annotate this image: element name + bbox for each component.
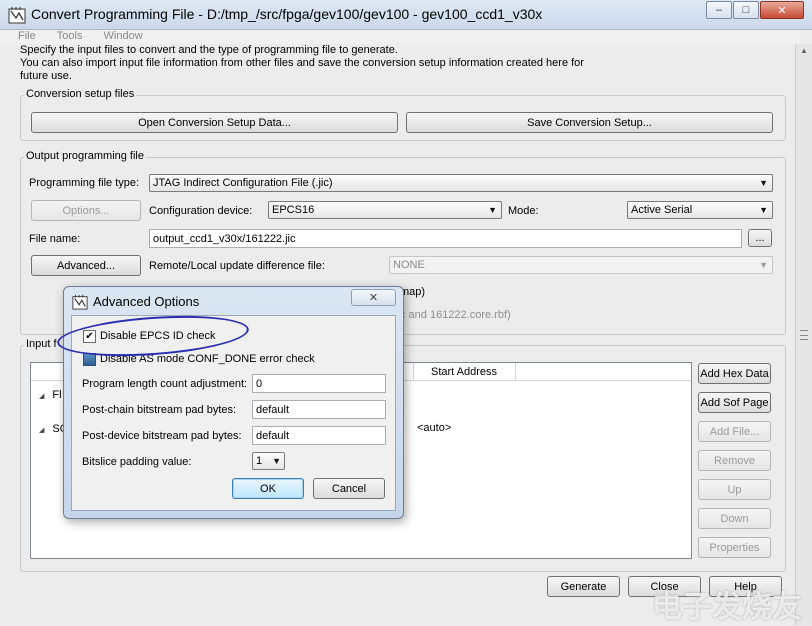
browse-button[interactable]: ...: [748, 229, 772, 247]
menu-file[interactable]: File: [18, 30, 36, 42]
watermark-logo: 电子发烧友: [652, 590, 802, 625]
intro-line-3: future use.: [20, 70, 72, 82]
post-chain-input[interactable]: default: [252, 400, 386, 419]
menu-tools[interactable]: Tools: [57, 30, 83, 42]
scroll-up-icon[interactable]: ▲: [800, 46, 808, 55]
remove-button[interactable]: Remove: [698, 450, 771, 471]
down-button[interactable]: Down: [698, 508, 771, 529]
configuration-device-label: Configuration device:: [149, 205, 253, 217]
configuration-device-select[interactable]: EPCS16 ▼: [268, 201, 502, 219]
configuration-device-value: EPCS16: [272, 204, 315, 216]
save-conversion-setup-button[interactable]: Save Conversion Setup...: [406, 112, 773, 133]
start-address-header[interactable]: Start Address: [431, 366, 497, 378]
program-length-input[interactable]: 0: [252, 374, 386, 393]
post-chain-label: Post-chain bitstream pad bytes:: [82, 404, 237, 416]
window-titlebar[interactable]: Convert Programming File - D:/tmp_/src/f…: [0, 0, 812, 30]
intro-line-1: Specify the input files to convert and t…: [20, 44, 398, 56]
app-icon: [72, 294, 88, 310]
window-title: Convert Programming File - D:/tmp_/src/f…: [31, 6, 543, 22]
expand-triangle-icon[interactable]: ◢: [39, 393, 44, 400]
scroll-grip-icon[interactable]: [800, 330, 808, 340]
program-length-label: Program length count adjustment:: [82, 378, 248, 390]
chevron-down-icon: ▼: [759, 260, 768, 270]
maximize-button[interactable]: □: [733, 1, 759, 19]
column-separator: [515, 363, 516, 381]
chevron-down-icon: ▼: [272, 456, 281, 466]
properties-button[interactable]: Properties: [698, 537, 771, 558]
options-button[interactable]: Options...: [31, 200, 141, 221]
open-conversion-setup-button[interactable]: Open Conversion Setup Data...: [31, 112, 398, 133]
row-start-address: <auto>: [417, 422, 452, 434]
chevron-down-icon: ▼: [759, 205, 768, 215]
up-button[interactable]: Up: [698, 479, 771, 500]
cancel-button[interactable]: Cancel: [313, 478, 385, 499]
close-window-button[interactable]: ✕: [760, 1, 804, 19]
add-sof-page-button[interactable]: Add Sof Page: [698, 392, 771, 413]
dialog-close-button[interactable]: ✕: [351, 289, 396, 306]
file-name-label: File name:: [29, 233, 81, 245]
output-files-text: c and 161222.core.rbf): [400, 309, 511, 321]
intro-text: Specify the input files to convert and t…: [20, 44, 600, 83]
dialog-title: Advanced Options: [93, 294, 200, 309]
remote-local-update-select[interactable]: NONE ▼: [389, 256, 773, 274]
programming-file-type-select[interactable]: JTAG Indirect Configuration File (.jic) …: [149, 174, 773, 192]
menu-bar: File Tools Window: [0, 30, 800, 44]
remote-local-update-value: NONE: [393, 259, 425, 271]
chevron-down-icon: ▼: [488, 205, 497, 215]
menu-window[interactable]: Window: [104, 30, 143, 42]
mode-select[interactable]: Active Serial ▼: [627, 201, 773, 219]
post-device-input[interactable]: default: [252, 426, 386, 445]
bitslice-padding-value: 1: [256, 455, 263, 467]
row-label: Fl: [52, 389, 62, 401]
advanced-button[interactable]: Advanced...: [31, 255, 141, 276]
programming-file-type-value: JTAG Indirect Configuration File (.jic): [153, 177, 333, 189]
table-row[interactable]: ◢ Fl: [39, 389, 62, 401]
chevron-down-icon: ▼: [759, 178, 768, 188]
app-icon: [8, 7, 26, 24]
expand-triangle-icon[interactable]: ◢: [39, 427, 44, 434]
generate-button[interactable]: Generate: [547, 576, 620, 597]
mode-value: Active Serial: [631, 204, 693, 216]
add-hex-data-button[interactable]: Add Hex Data: [698, 363, 771, 384]
mode-label: Mode:: [508, 205, 539, 217]
intro-line-2: You can also import input file informati…: [20, 57, 584, 69]
output-programming-title: Output programming file: [24, 150, 146, 162]
bitslice-padding-select[interactable]: 1 ▼: [252, 452, 285, 470]
programming-file-type-label: Programming file type:: [29, 177, 140, 189]
vertical-scrollbar[interactable]: ▲: [795, 44, 812, 625]
remote-local-update-label: Remote/Local update difference file:: [149, 260, 325, 272]
close-icon: ✕: [368, 292, 379, 304]
file-name-input[interactable]: output_ccd1_v30x/161222.jic: [149, 229, 742, 248]
add-file-button[interactable]: Add File...: [698, 421, 771, 442]
post-device-label: Post-device bitstream pad bytes:: [82, 430, 242, 442]
ok-button[interactable]: OK: [232, 478, 304, 499]
bitslice-padding-label: Bitslice padding value:: [82, 456, 192, 468]
column-separator: [413, 363, 414, 381]
conversion-setup-title: Conversion setup files: [24, 88, 137, 100]
minimize-button[interactable]: –: [706, 1, 732, 19]
input-files-title: Input f: [24, 338, 59, 350]
